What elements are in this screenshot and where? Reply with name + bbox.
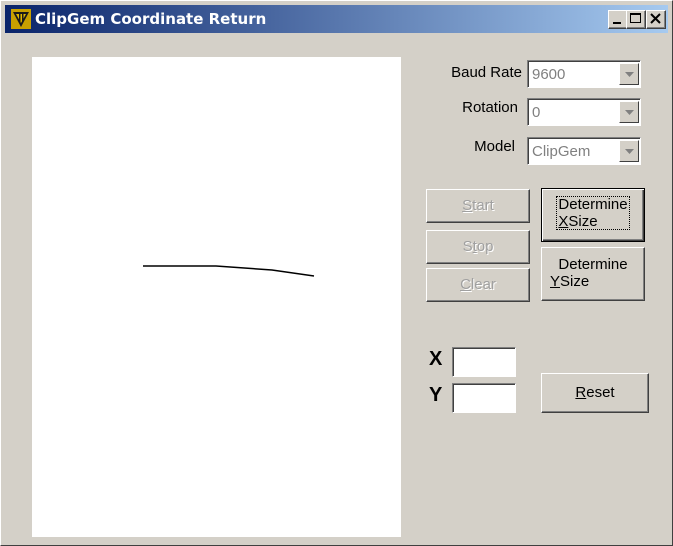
y-coordinate-field[interactable] (452, 383, 516, 413)
close-icon (650, 13, 661, 24)
clear-label-accel: C (460, 276, 471, 293)
chevron-down-icon (625, 72, 634, 77)
reset-button[interactable]: Reset (541, 373, 649, 413)
rotation-value: 0 (532, 104, 541, 121)
rotation-dropdown[interactable] (619, 101, 639, 123)
drawing-canvas[interactable] (32, 57, 401, 537)
determine-y-rest: Size (560, 273, 590, 290)
minimize-icon (613, 22, 621, 24)
start-button[interactable]: Start (426, 189, 530, 223)
reset-label-accel: R (575, 384, 587, 401)
reset-label-rest: eset (586, 384, 615, 401)
stop-button[interactable]: Stop (426, 230, 530, 264)
x-coordinate-field[interactable] (452, 347, 516, 377)
start-label-rest: tart (472, 197, 494, 214)
app-logo-icon (11, 9, 31, 29)
determine-x-accel: X (558, 213, 569, 230)
model-dropdown[interactable] (619, 140, 639, 162)
drawn-stroke (143, 265, 315, 277)
stop-label-rest: op (476, 238, 494, 255)
baud-rate-select[interactable]: 9600 (527, 60, 641, 88)
baud-rate-value: 9600 (532, 66, 566, 83)
rotation-label: Rotation (462, 99, 518, 116)
determine-y-line1: Determine (558, 256, 628, 273)
rotation-select[interactable]: 0 (527, 98, 641, 126)
start-label-accel: S (462, 197, 473, 214)
maximize-button[interactable] (626, 10, 646, 29)
determine-x-line1: Determine (558, 196, 628, 213)
model-value: ClipGem (532, 143, 591, 160)
baud-rate-dropdown[interactable] (619, 63, 639, 85)
stop-label-pre: S (462, 238, 473, 255)
y-label: Y (429, 384, 443, 406)
chevron-down-icon (625, 110, 634, 115)
window-title: ClipGem Coordinate Return (35, 10, 267, 28)
minimize-button[interactable] (608, 10, 628, 29)
chevron-down-icon (625, 149, 634, 154)
determine-xsize-button[interactable]: Determine XSize (541, 188, 645, 242)
determine-y-accel: Y (550, 273, 561, 290)
focus-rect: Determine XSize (556, 196, 630, 230)
model-label: Model (474, 138, 515, 155)
application-window: ClipGem Coordinate Return Baud Rate 9600… (0, 0, 673, 546)
close-button[interactable] (646, 10, 666, 29)
baud-rate-label: Baud Rate (451, 64, 522, 81)
determine-x-rest: Size (568, 213, 598, 230)
x-label: X (429, 348, 443, 370)
clear-button[interactable]: Clear (426, 268, 530, 302)
determine-ysize-button[interactable]: Determine YSize (541, 247, 645, 301)
title-bar[interactable]: ClipGem Coordinate Return (5, 5, 668, 33)
clear-label-rest: lear (470, 276, 496, 293)
model-select[interactable]: ClipGem (527, 137, 641, 165)
maximize-icon (630, 13, 641, 23)
